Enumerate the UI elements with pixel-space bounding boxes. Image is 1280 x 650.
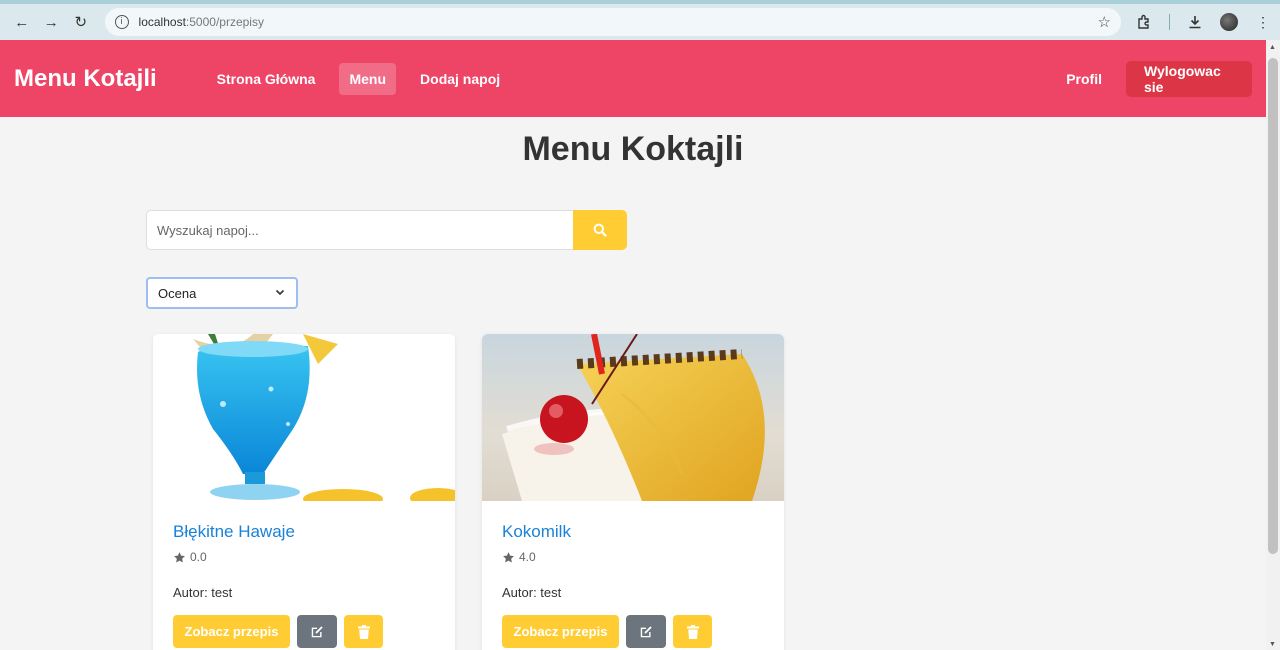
back-icon[interactable]: ← [8,8,36,36]
recipe-rating: 0.0 [173,550,207,564]
nav-home[interactable]: Strona Główna [207,63,326,95]
trash-icon [357,624,370,639]
star-icon [174,551,185,563]
recipe-card: Błękitne Hawaje 0.0 Autor: test Zobacz p… [153,334,455,650]
search-form [146,210,627,250]
edit-icon [640,625,652,637]
recipe-title[interactable]: Kokomilk [502,522,571,542]
sort-selected-value: Ocena [158,285,197,301]
brand-logo[interactable]: Menu Kotajli [14,65,157,93]
nav-add-drink[interactable]: Dodaj napoj [410,63,510,95]
toolbar-separator [1169,14,1170,30]
url-text[interactable]: localhost:5000/przepisy [139,15,1098,29]
scrollbar-thumb[interactable] [1268,58,1278,554]
edit-button[interactable] [297,615,337,648]
recipe-card: Kokomilk 4.0 Autor: test Zobacz przepis [482,334,784,650]
address-bar[interactable]: i localhost:5000/przepisy ☆ [104,8,1121,36]
view-recipe-button[interactable]: Zobacz przepis [173,615,290,648]
recipe-image [482,334,784,501]
app-navbar: Menu Kotajli Strona Główna Menu Dodaj na… [0,40,1266,117]
recipe-image [153,334,455,501]
scroll-down-icon[interactable]: ▼ [1269,641,1276,648]
recipe-author: Autor: test [502,585,562,600]
extensions-icon[interactable] [1135,13,1153,31]
page-title: Menu Koktajli [522,130,744,168]
download-icon[interactable] [1186,13,1204,31]
browser-toolbar: ← → ↻ i localhost:5000/przepisy ☆ ⋮ [0,0,1280,40]
delete-button[interactable] [344,615,383,648]
recipe-rating: 4.0 [502,550,536,564]
delete-button[interactable] [673,615,712,648]
recipe-title[interactable]: Błękitne Hawaje [173,522,295,542]
forward-icon[interactable]: → [38,8,66,36]
chevron-down-icon [274,286,286,301]
search-button[interactable] [573,210,627,250]
nav-menu[interactable]: Menu [339,62,397,95]
page-scrollbar[interactable]: ▲ ▼ [1266,40,1280,650]
nav-profile[interactable]: Profil [1066,71,1102,87]
more-menu-icon[interactable]: ⋮ [1254,13,1272,31]
card-actions: Zobacz przepis [173,615,383,648]
logout-button[interactable]: Wylogowac sie [1126,60,1252,97]
trash-icon [686,624,699,639]
scroll-up-icon[interactable]: ▲ [1269,44,1276,51]
site-info-icon[interactable]: i [114,15,129,29]
edit-button[interactable] [626,615,666,648]
reload-icon[interactable]: ↻ [67,8,95,36]
rating-value: 0.0 [190,550,207,564]
profile-avatar[interactable] [1220,13,1238,31]
view-recipe-button[interactable]: Zobacz przepis [502,615,619,648]
search-input[interactable] [146,210,573,250]
search-icon [593,223,607,237]
star-icon [503,551,514,563]
rating-value: 4.0 [519,550,536,564]
bookmark-star-icon[interactable]: ☆ [1098,13,1111,31]
edit-icon [311,625,323,637]
card-actions: Zobacz przepis [502,615,712,648]
sort-select[interactable]: Ocena [146,277,298,309]
recipe-author: Autor: test [173,585,233,600]
